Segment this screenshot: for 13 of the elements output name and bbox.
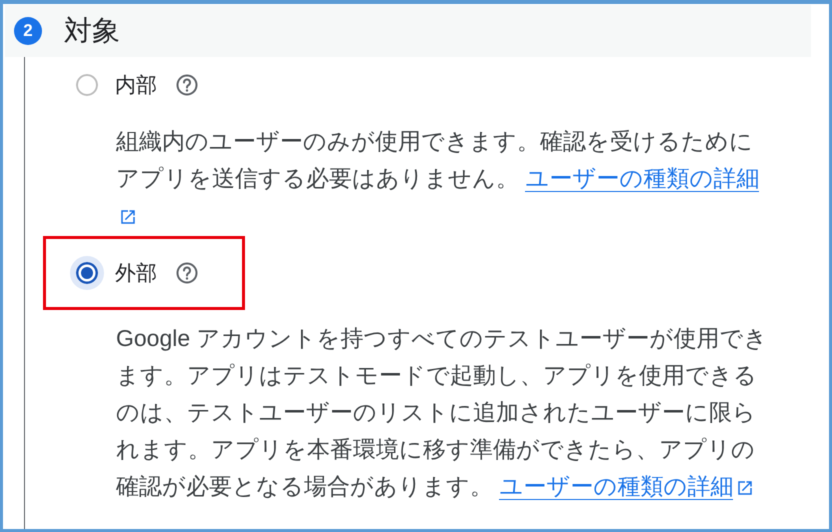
section-title: 対象 <box>64 14 120 48</box>
radio-button[interactable] <box>70 256 104 290</box>
option-description: 組織内のユーザーのみが使用できます。確認を受けるためにアプリを送信する必要はありません。 ユーザーの種類の詳細 <box>116 123 772 234</box>
user-types-link[interactable]: ユーザーの種類の詳細 <box>525 165 760 192</box>
help-icon[interactable] <box>175 261 199 285</box>
step-number-badge: 2 <box>14 17 42 45</box>
user-types-link[interactable]: ユーザーの種類の詳細 <box>499 473 734 500</box>
option-label: 外部 <box>115 261 157 287</box>
option-label: 内部 <box>115 73 157 99</box>
option-description: Google アカウントを持つすべてのテストユーザーが使用できます。アプリはテストモードで起動し、アプリを使用できるのは、テストユーザーのリストに追加されたユーザーに限られます。アプリを本番環境に移す準備ができたら、アプリの確認が必要となる場合があります。 ユーザーの種類の詳細 <box>116 324 769 502</box>
external-link-icon[interactable] <box>736 478 754 497</box>
help-icon[interactable] <box>175 73 199 97</box>
external-link-icon[interactable] <box>119 208 137 226</box>
